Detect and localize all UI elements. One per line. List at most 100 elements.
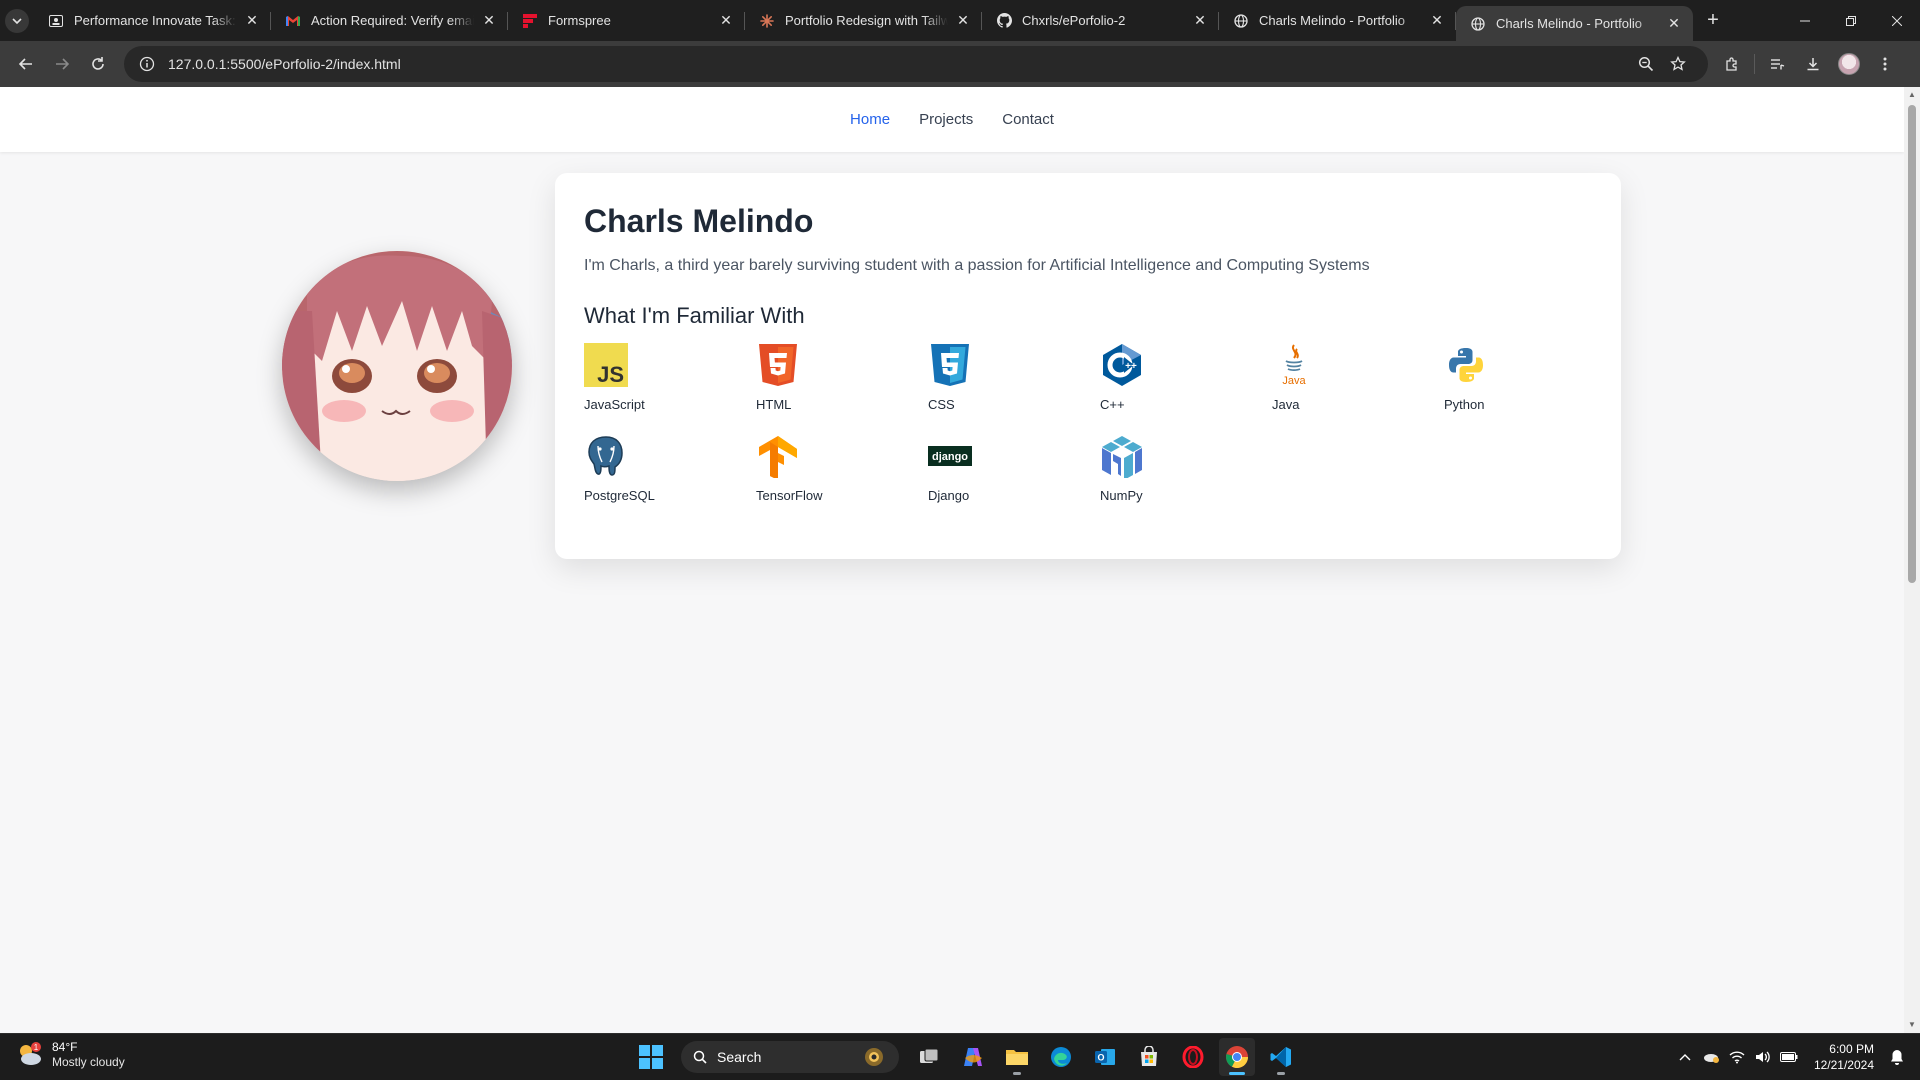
extensions-icon[interactable] [1714, 46, 1750, 82]
gmail-icon [285, 13, 301, 29]
formspree-icon [522, 13, 538, 29]
svg-text:1: 1 [34, 1043, 39, 1052]
file-explorer-icon[interactable] [999, 1038, 1035, 1076]
skill-label: HTML [756, 397, 792, 412]
more-menu-icon[interactable] [1867, 46, 1903, 82]
new-tab-button[interactable]: + [1693, 0, 1733, 41]
onedrive-icon[interactable] [1700, 1038, 1722, 1076]
url-text[interactable]: 127.0.0.1:5500/ePorfolio-2/index.html [168, 56, 1630, 72]
microsoft-store-icon[interactable] [1131, 1038, 1167, 1076]
skill-label: PostgreSQL [584, 488, 655, 503]
reload-button[interactable] [80, 46, 116, 82]
copilot-icon[interactable] [955, 1038, 991, 1076]
volume-icon[interactable] [1752, 1038, 1774, 1076]
close-icon[interactable]: ✕ [1428, 12, 1446, 30]
bio-text: I'm Charls, a third year barely survivin… [584, 257, 1370, 274]
svg-text:django: django [932, 451, 968, 463]
task-view-icon[interactable] [911, 1038, 947, 1076]
wifi-icon[interactable] [1726, 1038, 1748, 1076]
skill-item: Python [1444, 343, 1616, 412]
weather-condition: Mostly cloudy [52, 1055, 125, 1069]
scrollbar-thumb[interactable] [1908, 105, 1916, 583]
weather-temp: 84°F [52, 1040, 78, 1054]
notification-bell-icon[interactable] [1886, 1038, 1908, 1076]
browser-tab[interactable]: Formspree ✕ [508, 0, 745, 41]
download-icon[interactable] [1795, 46, 1831, 82]
close-window-button[interactable] [1874, 0, 1920, 41]
tab-title: Portfolio Redesign with Tailwind [785, 13, 948, 28]
battery-icon[interactable] [1778, 1038, 1800, 1076]
search-highlight-icon [865, 1048, 883, 1066]
scroll-up-icon[interactable]: ▲ [1908, 91, 1916, 99]
scroll-down-icon[interactable]: ▼ [1908, 1021, 1916, 1029]
page-title: Charls Melindo [584, 203, 814, 239]
profile-avatar[interactable] [1831, 46, 1867, 82]
clock-date: 12/21/2024 [1813, 1058, 1874, 1072]
outlook-icon[interactable]: O [1087, 1038, 1123, 1076]
globe-icon [1470, 16, 1486, 32]
restore-icon [1846, 15, 1856, 26]
reload-icon [92, 57, 104, 70]
chevron-up-icon[interactable] [1674, 1038, 1696, 1076]
browser-tab[interactable]: Performance Innovate Task: Epo ✕ [34, 0, 271, 41]
tab-title: Chxrls/ePorfolio-2 [1022, 13, 1126, 28]
windows-logo-icon [639, 1045, 663, 1069]
close-icon[interactable]: ✕ [954, 12, 972, 30]
skill-item: PostgreSQL [584, 434, 756, 503]
chevron-down-icon [12, 17, 22, 24]
vscode-icon[interactable] [1263, 1038, 1299, 1076]
zoom-icon[interactable] [1630, 48, 1662, 80]
tab-search-button[interactable] [0, 0, 34, 41]
windows-taskbar: 1 84°F Mostly cloudy Search O 6:00 PM 12… [0, 1033, 1920, 1080]
bookmark-star-icon[interactable] [1662, 48, 1694, 80]
browser-tab[interactable]: Chxrls/ePorfolio-2 ✕ [982, 0, 1219, 41]
cloudy-weather-icon: 1 [20, 1042, 41, 1065]
nav-link-projects[interactable]: Projects [919, 111, 973, 128]
skill-item: Java Java [1272, 343, 1444, 412]
java-icon: Java [1272, 343, 1316, 387]
edge-icon[interactable] [1043, 1038, 1079, 1076]
html5-icon [756, 343, 800, 387]
chrome-icon[interactable] [1219, 1038, 1255, 1076]
skill-label: Django [928, 488, 970, 503]
opera-icon[interactable] [1175, 1038, 1211, 1076]
svg-text:JS: JS [597, 362, 624, 387]
browser-tab[interactable]: Portfolio Redesign with Tailwind ✕ [745, 0, 982, 41]
weather-widget[interactable]: 1 84°F Mostly cloudy [16, 1040, 125, 1070]
close-icon[interactable]: ✕ [717, 12, 735, 30]
close-icon [1892, 15, 1902, 26]
skill-label: Python [1444, 397, 1485, 412]
system-clock[interactable]: 6:00 PM 12/21/2024 [1814, 1041, 1874, 1073]
media-control-icon[interactable] [1759, 46, 1795, 82]
start-button[interactable] [633, 1038, 669, 1076]
close-icon[interactable]: ✕ [1191, 12, 1209, 30]
skill-label: Java [1272, 397, 1300, 412]
javascript-icon: JS [584, 343, 628, 387]
restore-button[interactable] [1828, 0, 1874, 41]
browser-tab-strip: Performance Innovate Task: Epo ✕ Action … [0, 0, 1920, 41]
nav-link-contact[interactable]: Contact [1002, 111, 1054, 128]
django-icon: django [928, 434, 972, 478]
github-icon [996, 13, 1012, 29]
claude-icon [759, 13, 775, 29]
browser-tab[interactable]: Action Required: Verify email lin ✕ [271, 0, 508, 41]
browser-tab-active[interactable]: Charls Melindo - Portfolio ✕ [1456, 6, 1693, 41]
back-button[interactable] [8, 46, 44, 82]
svg-text:Java: Java [1282, 375, 1306, 387]
address-bar[interactable]: 127.0.0.1:5500/ePorfolio-2/index.html [124, 46, 1708, 82]
close-icon[interactable]: ✕ [1665, 15, 1683, 33]
forward-button[interactable] [44, 46, 80, 82]
tab-title: Performance Innovate Task: Epo [74, 13, 237, 28]
close-icon[interactable]: ✕ [480, 12, 498, 30]
taskbar-search[interactable]: Search [681, 1041, 899, 1073]
skill-label: NumPy [1100, 488, 1143, 503]
close-icon[interactable]: ✕ [243, 12, 261, 30]
tab-title: Charls Melindo - Portfolio [1496, 16, 1642, 31]
browser-tab[interactable]: Charls Melindo - Portfolio ✕ [1219, 0, 1456, 41]
minimize-button[interactable] [1782, 0, 1828, 41]
nav-link-home[interactable]: Home [850, 111, 890, 128]
skill-item: ++ C++ [1100, 343, 1272, 412]
site-info-icon[interactable] [138, 55, 156, 73]
search-label: Search [717, 1049, 762, 1065]
page-scrollbar[interactable]: ▲ ▼ [1904, 87, 1920, 1033]
